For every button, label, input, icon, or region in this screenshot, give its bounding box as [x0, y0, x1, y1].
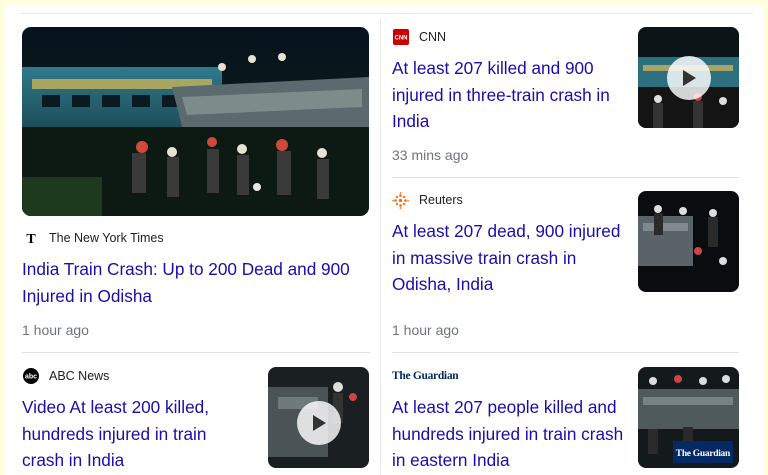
reuters-logo-icon	[392, 191, 409, 209]
guardian-thumbnail[interactable]: The Guardian	[638, 367, 739, 468]
guardian-headline-link[interactable]: At least 207 people killed and hundreds …	[392, 394, 624, 474]
nyt-timestamp: 1 hour ago	[22, 322, 89, 338]
guardian-article-card[interactable]: The Guardian At least 207 people killed …	[392, 368, 624, 474]
abc-logo-icon: abc	[22, 368, 39, 384]
column-divider	[380, 19, 381, 475]
nyt-source: T The New York Times	[22, 230, 362, 246]
reuters-source-name: Reuters	[419, 193, 463, 207]
nyt-logo-icon: T	[22, 230, 39, 246]
svg-text:abc: abc	[24, 374, 36, 381]
cnn-video-thumbnail[interactable]	[638, 27, 739, 128]
cnn-source: CNN CNN	[392, 29, 624, 45]
nyt-article-card[interactable]: T The New York Times India Train Crash: …	[22, 230, 362, 309]
reuters-headline-link[interactable]: At least 207 dead, 900 injured in massiv…	[392, 218, 624, 298]
nyt-headline-link[interactable]: India Train Crash: Up to 200 Dead and 90…	[22, 256, 362, 309]
nyt-article-image[interactable]	[22, 27, 369, 216]
reuters-source: Reuters	[392, 191, 624, 209]
play-icon[interactable]	[667, 56, 711, 100]
abc-video-thumbnail[interactable]	[268, 367, 369, 468]
top-divider	[21, 13, 753, 14]
reuters-article-card[interactable]: Reuters At least 207 dead, 900 injured i…	[392, 191, 624, 298]
news-panel: T The New York Times India Train Crash: …	[5, 5, 763, 475]
abc-source: abc ABC News	[22, 368, 252, 384]
cnn-article-card[interactable]: CNN CNN At least 207 killed and 900 inju…	[392, 29, 624, 135]
right-row-divider-1	[392, 177, 739, 178]
guardian-source: The Guardian	[392, 368, 624, 384]
play-icon[interactable]	[297, 401, 341, 445]
left-row-divider	[22, 352, 370, 353]
cnn-source-name: CNN	[419, 30, 447, 44]
guardian-logo-icon: The Guardian	[392, 370, 459, 382]
guardian-watermark: The Guardian	[672, 441, 733, 463]
cnn-logo-icon: CNN	[392, 29, 409, 45]
right-row-divider-2	[392, 352, 739, 353]
reuters-timestamp: 1 hour ago	[392, 322, 459, 338]
nyt-source-name: The New York Times	[49, 231, 164, 245]
cnn-headline-link[interactable]: At least 207 killed and 900 injured in t…	[392, 55, 624, 135]
svg-text:T: T	[26, 232, 36, 245]
abc-source-name: ABC News	[49, 369, 110, 383]
reuters-thumbnail[interactable]	[638, 191, 739, 292]
cnn-timestamp: 33 mins ago	[392, 147, 469, 163]
abc-headline-link[interactable]: Video At least 200 killed, hundreds inju…	[22, 394, 252, 474]
svg-text:CNN: CNN	[394, 36, 407, 42]
abc-article-card[interactable]: abc ABC News Video At least 200 killed, …	[22, 368, 252, 474]
